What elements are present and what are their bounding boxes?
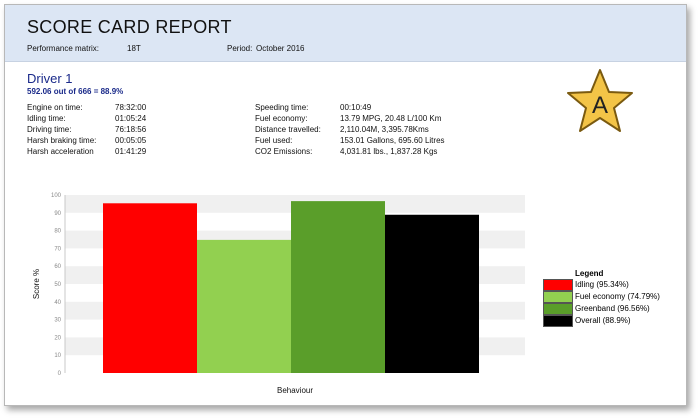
chart-y-axis-title: Score % [32,269,41,299]
behaviour-bar-chart: 0 10 20 30 40 50 60 70 80 90 100 Score % Behaviour [32,193,525,395]
y-tick-label: 60 [54,264,61,270]
y-tick-label: 70 [54,246,61,252]
stat-label-harsh-acceleration: Harsh acceleration [27,147,94,156]
stat-label-harsh-braking: Harsh braking time: [27,136,97,145]
stat-value-driving-time: 76:18:56 [115,125,147,134]
chart-y-axis: 0 10 20 30 40 50 60 70 80 90 100 [51,193,66,377]
y-tick-label: 30 [54,318,61,324]
period-label: Period: [227,44,253,53]
stat-value-distance-travelled: 2,110.04M, 3,395.78Kms [340,125,429,134]
legend-title: Legend [575,269,604,278]
stat-label-fuel-economy: Fuel economy: [255,114,308,123]
stat-value-harsh-braking: 00:05:05 [115,136,147,145]
driver-score: 592.06 out of 666 = 88.9% [27,87,124,96]
legend-swatch-greenband [543,303,573,315]
y-tick-label: 20 [54,335,61,341]
legend-swatch-overall [543,315,573,327]
bar-greenband [291,201,385,373]
legend-label-greenband: Greenband (96.56%) [575,304,650,313]
stat-value-idling-time: 01:05:24 [115,114,147,123]
stat-label-distance-travelled: Distance travelled: [255,125,321,134]
bar-idling [103,203,197,373]
y-tick-label: 10 [54,353,61,359]
y-tick-label: 90 [54,211,61,217]
stat-value-engine-on-time: 78:32:00 [115,103,147,112]
y-tick-label: 80 [54,229,61,235]
performance-matrix-value: 18T [127,44,141,53]
score-card: SCORE CARD REPORT Performance matrix: 18… [4,4,687,406]
legend-label-overall: Overall (88.9%) [575,316,631,325]
legend-label-fuel-economy: Fuel economy (74.79%) [575,292,660,301]
y-tick-label: 40 [54,300,61,306]
driver-name: Driver 1 [27,71,73,86]
bar-fuel-economy [197,239,291,373]
legend-swatch-fuel-economy [543,291,573,303]
stat-label-idling-time: Idling time: [27,114,66,123]
chart-bars [103,201,479,373]
chart-legend: Legend Idling (95.34%) Fuel economy (74.… [543,269,660,329]
grade-badge: A [567,69,633,132]
stat-value-fuel-used: 153.01 Gallons, 695.60 Litres [340,136,445,145]
y-tick-label: 100 [51,193,62,199]
legend-swatch-idling [543,279,573,291]
stat-label-speeding-time: Speeding time: [255,103,309,112]
stat-label-co2-emissions: CO2 Emissions: [255,147,313,156]
period-value: October 2016 [256,44,305,53]
bar-overall [385,214,479,373]
y-tick-label: 0 [58,371,62,377]
stat-value-fuel-economy: 13.79 MPG, 20.48 L/100 Km [340,114,442,123]
performance-matrix-label: Performance matrix: [27,44,100,53]
stat-value-speeding-time: 00:10:49 [340,103,372,112]
stat-value-co2-emissions: 4,031.81 lbs., 1,837.28 Kgs [340,147,438,156]
stat-label-engine-on-time: Engine on time: [27,103,83,112]
stat-label-driving-time: Driving time: [27,125,72,134]
stat-value-harsh-acceleration: 01:41:29 [115,147,147,156]
chart-x-axis-title: Behaviour [277,386,313,395]
report-header: SCORE CARD REPORT Performance matrix: 18… [5,5,686,62]
report-title: SCORE CARD REPORT [27,17,232,37]
stat-label-fuel-used: Fuel used: [255,136,293,145]
grade-letter: A [592,92,608,119]
legend-label-idling: Idling (95.34%) [575,280,629,289]
y-tick-label: 50 [54,282,61,288]
